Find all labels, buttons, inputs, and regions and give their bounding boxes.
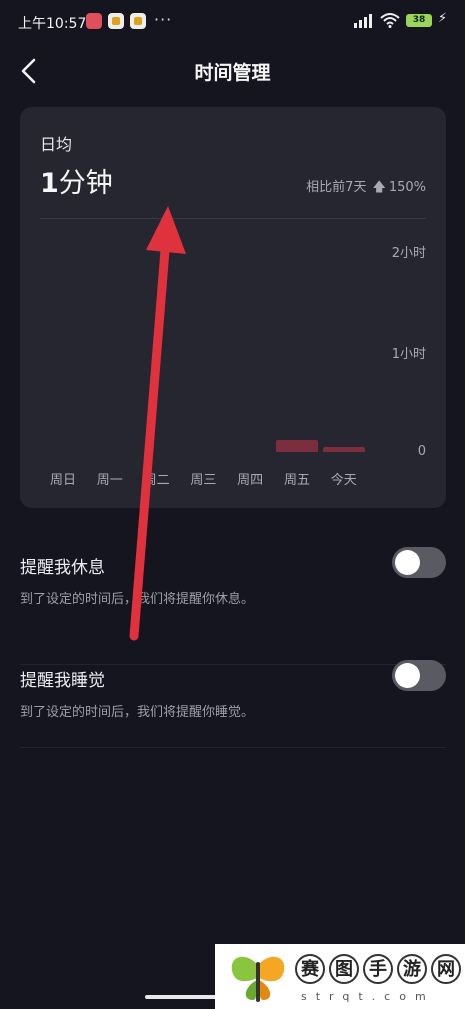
sleep-reminder-toggle[interactable] xyxy=(392,660,446,691)
x-axis-day-label: 周五 xyxy=(283,473,311,488)
x-axis-day-label: 周日 xyxy=(49,473,77,488)
status-bar: 上午10:57 ··· 38 ⚡ xyxy=(0,0,465,44)
x-axis-day-label: 今天 xyxy=(330,473,357,488)
x-axis-day-label: 周三 xyxy=(190,473,217,488)
comparison-label: 相比前7天 xyxy=(306,180,367,195)
x-axis-day-label: 周一 xyxy=(96,473,123,488)
watermark-title: 赛 图 手 游 网 xyxy=(295,954,461,984)
app-notification-icon xyxy=(130,13,146,29)
daily-average-unit: 分钟 xyxy=(58,168,113,199)
usage-bar xyxy=(276,439,318,452)
y-axis-tick-label: 0 xyxy=(417,444,426,459)
rest-reminder-toggle[interactable] xyxy=(392,547,446,578)
x-axis-day-label: 周二 xyxy=(143,473,170,488)
setting-row-sleep-reminder: 提醒我睡觉 到了设定的时间后，我们将提醒你睡觉。 xyxy=(20,660,446,748)
app-notification-icon xyxy=(86,13,102,29)
setting-description-sleep: 到了设定的时间后，我们将提醒你睡觉。 xyxy=(20,705,255,720)
y-axis-tick-label: 1小时 xyxy=(391,347,426,362)
daily-average-number: 1 xyxy=(40,168,59,199)
watermark-char: 游 xyxy=(397,954,427,984)
usage-bar xyxy=(322,446,365,452)
site-watermark: 赛 图 手 游 网 strqt.com xyxy=(215,944,465,1009)
x-axis-day-label: 周四 xyxy=(237,473,264,488)
watermark-url: strqt.com xyxy=(301,990,435,1003)
arrow-up-icon: 🡅 xyxy=(372,180,386,195)
setting-title-rest: 提醒我休息 xyxy=(20,558,105,578)
wifi-icon xyxy=(380,13,400,28)
toggle-knob xyxy=(395,550,420,575)
comparison-text: 相比前7天 🡅 150% xyxy=(306,176,426,200)
status-time: 上午10:57 xyxy=(18,16,87,32)
charging-icon: ⚡ xyxy=(438,11,448,26)
battery-icon: 38 xyxy=(406,14,432,27)
watermark-char: 图 xyxy=(329,954,359,984)
setting-description-rest: 到了设定的时间后，我们将提醒你休息。 xyxy=(20,592,255,607)
daily-average-value: 1分钟 xyxy=(40,161,113,200)
page-title: 时间管理 xyxy=(194,62,271,84)
signal-icon xyxy=(354,14,374,28)
card-divider xyxy=(40,218,426,219)
comparison-value: 150% xyxy=(388,180,426,195)
watermark-char: 手 xyxy=(363,954,393,984)
more-notifications-icon: ··· xyxy=(154,10,173,29)
app-notification-icon xyxy=(108,13,124,29)
setting-title-sleep: 提醒我睡觉 xyxy=(20,671,105,691)
y-axis-tick-label: 2小时 xyxy=(391,246,426,261)
usage-stats-card: 日均 1分钟 相比前7天 🡅 150% 2小时 1小时 0 周日 周一 周二 周三 周四 周五 今天 xyxy=(20,107,446,508)
setting-row-rest-reminder: 提醒我休息 到了设定的时间后，我们将提醒你休息。 xyxy=(20,547,446,665)
watermark-char: 赛 xyxy=(295,954,325,984)
watermark-char: 网 xyxy=(431,954,461,984)
daily-average-label: 日均 xyxy=(40,135,73,154)
butterfly-logo-icon xyxy=(231,956,285,1002)
toggle-knob xyxy=(395,663,420,688)
